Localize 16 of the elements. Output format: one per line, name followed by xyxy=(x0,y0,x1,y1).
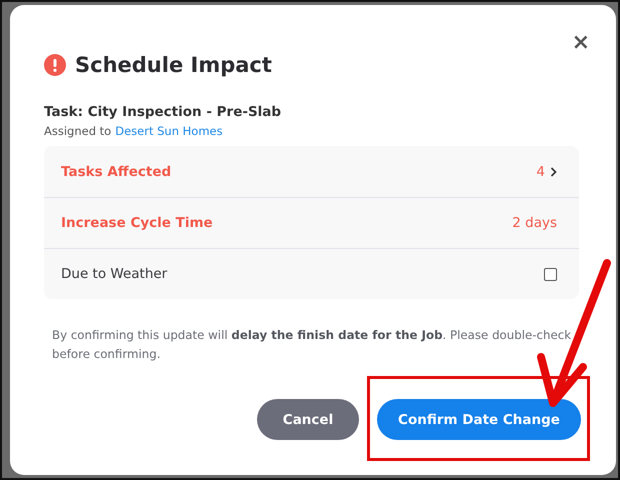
confirmation-note: By confirming this update will delay the finish date for the Job. Please double-check before confirming. xyxy=(52,327,572,363)
dialog-title: Schedule Impact xyxy=(75,53,272,77)
row-label: Tasks Affected xyxy=(61,164,172,180)
cancel-button[interactable]: Cancel xyxy=(257,399,359,440)
close-button[interactable]: × xyxy=(572,32,590,54)
row-value: 2 days xyxy=(512,215,557,231)
confirm-button[interactable]: Confirm Date Change xyxy=(377,399,581,440)
chevron-right-icon[interactable] xyxy=(550,166,557,176)
exclamation-icon xyxy=(44,54,66,76)
assignee-link[interactable]: Desert Sun Homes xyxy=(115,124,223,138)
task-name: Task: City Inspection - Pre-Slab xyxy=(44,104,282,120)
row-label: Increase Cycle Time xyxy=(61,215,213,231)
row-label: Due to Weather xyxy=(61,266,168,282)
assigned-label: Assigned to xyxy=(44,124,112,138)
checkbox[interactable] xyxy=(544,268,557,280)
row-value: 4 xyxy=(536,164,545,180)
